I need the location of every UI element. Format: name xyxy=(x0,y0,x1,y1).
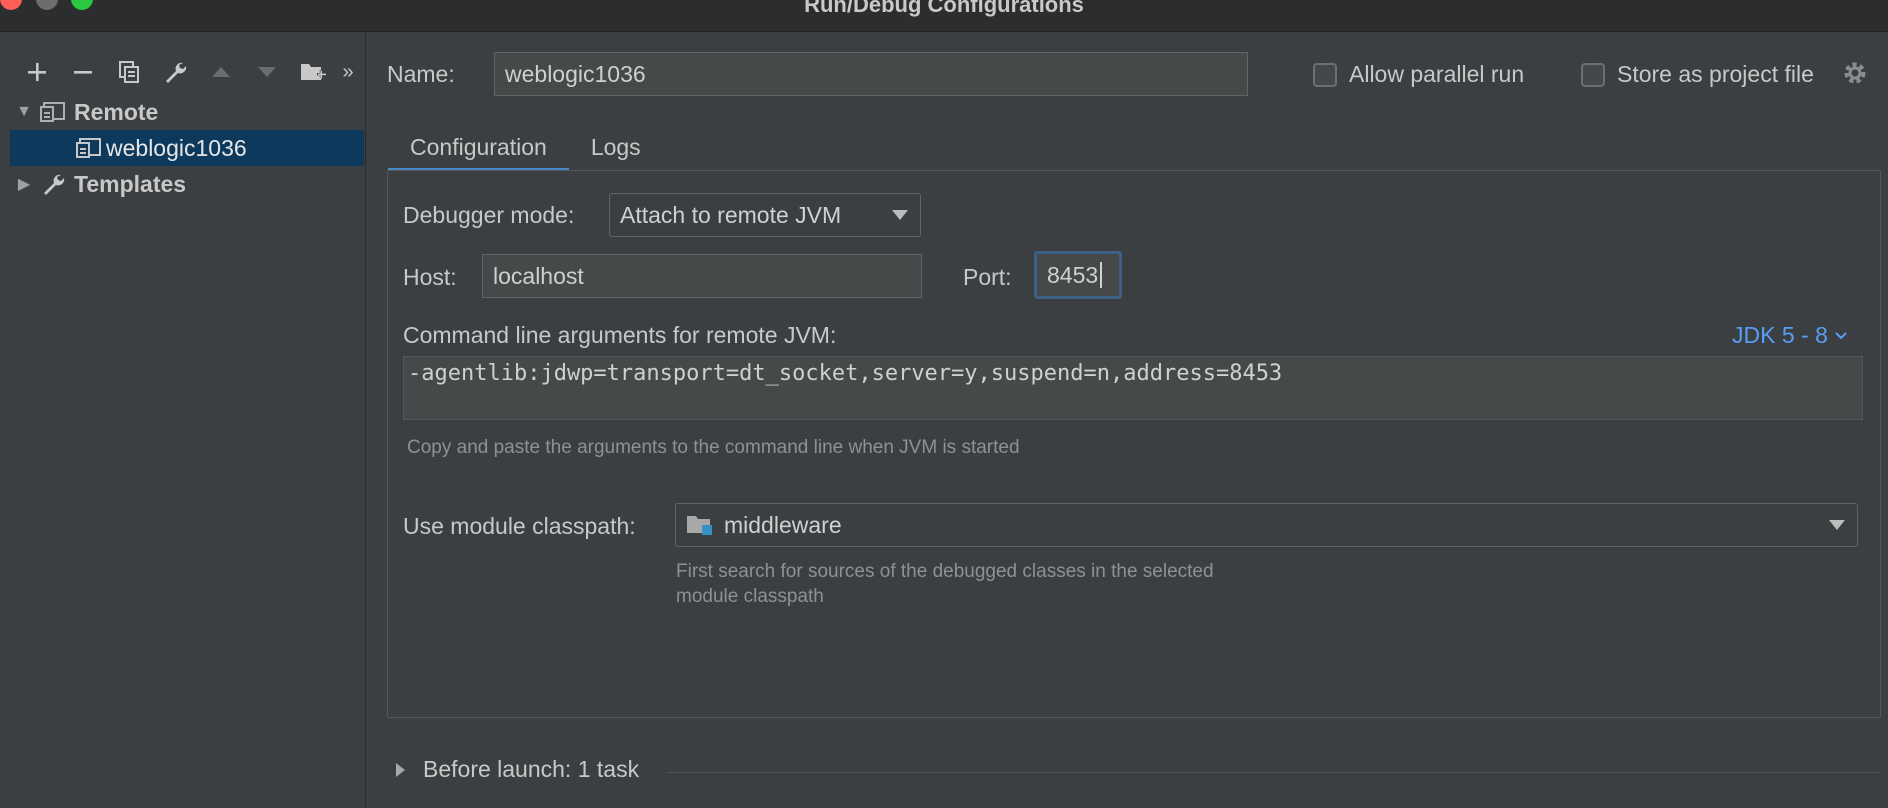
text-caret xyxy=(1100,262,1103,288)
before-launch-divider xyxy=(666,772,1880,773)
module-hint-line1: First search for sources of the debugged… xyxy=(676,561,1214,582)
cmd-args-field[interactable]: -agentlib:jdwp=transport=dt_socket,serve… xyxy=(403,356,1863,420)
copy-configuration-button[interactable] xyxy=(106,52,152,92)
tree-item-label: Remote xyxy=(74,98,159,125)
title-bar: Run/Debug Configurations xyxy=(0,0,1888,32)
window-title: Run/Debug Configurations xyxy=(804,0,1084,17)
minus-icon xyxy=(74,71,92,74)
jdk-version-label: JDK 5 - 8 xyxy=(1732,322,1828,348)
debugger-mode-label: Debugger mode: xyxy=(403,202,575,228)
wrench-icon xyxy=(38,171,68,197)
configuration-tree: ▼ Remote weblogic1036 ▶ Templates xyxy=(10,94,364,202)
cmd-args-label: Command line arguments for remote JVM: xyxy=(403,322,837,348)
name-label: Name: xyxy=(387,61,455,87)
chevron-down-icon xyxy=(1829,520,1845,530)
remove-configuration-button[interactable] xyxy=(60,52,106,92)
expand-arrow-icon[interactable]: ▼ xyxy=(10,103,38,121)
checkbox-label: Store as project file xyxy=(1617,61,1814,87)
module-classpath-label: Use module classpath: xyxy=(403,513,636,539)
before-launch-label: Before launch: 1 task xyxy=(423,756,640,782)
host-label: Host: xyxy=(403,264,457,290)
sidebar-toolbar: » xyxy=(14,52,360,92)
jdk-version-link[interactable]: JDK 5 - 8 xyxy=(1732,322,1848,349)
debugger-mode-select[interactable]: Attach to remote JVM xyxy=(609,193,921,237)
remote-icon xyxy=(38,99,68,125)
copy-icon xyxy=(119,61,139,83)
before-launch-toggle[interactable]: Before launch: 1 task xyxy=(396,756,639,783)
host-input[interactable]: localhost xyxy=(482,254,922,298)
tree-item-templates[interactable]: ▶ Templates xyxy=(10,166,364,202)
gear-icon[interactable] xyxy=(1840,58,1870,88)
tree-item-label: Templates xyxy=(74,170,187,197)
add-configuration-button[interactable] xyxy=(14,52,60,92)
module-classpath-select[interactable]: middleware xyxy=(675,503,1858,547)
allow-parallel-run-checkbox[interactable]: Allow parallel run xyxy=(1313,61,1524,88)
configurations-sidebar: » ▼ Remote weblogic1036 ▶ Templates xyxy=(0,32,366,808)
chevron-down-icon xyxy=(892,210,908,220)
name-input[interactable]: weblogic1036 xyxy=(494,52,1248,96)
new-folder-button[interactable] xyxy=(290,52,336,92)
port-value: 8453 xyxy=(1047,261,1099,288)
config-tabs: Configuration Logs xyxy=(388,122,663,172)
checkbox-box[interactable] xyxy=(1581,62,1605,87)
move-up-button[interactable] xyxy=(198,52,244,92)
remote-config-icon xyxy=(74,135,104,161)
debugger-mode-value: Attach to remote JVM xyxy=(620,201,842,228)
chevron-down-icon xyxy=(1835,331,1847,339)
tab-logs[interactable]: Logs xyxy=(569,122,663,172)
wrench-icon xyxy=(166,62,187,83)
collapse-arrow-icon[interactable]: ▶ xyxy=(10,174,38,194)
arrow-up-icon xyxy=(212,67,230,77)
module-folder-icon xyxy=(687,516,712,535)
cmd-args-hint: Copy and paste the arguments to the comm… xyxy=(407,437,1020,458)
port-input[interactable]: 8453 xyxy=(1034,251,1122,299)
expand-arrow-icon xyxy=(396,762,405,777)
port-label: Port: xyxy=(963,264,1012,290)
plus-icon xyxy=(28,63,46,81)
store-as-project-file-checkbox[interactable]: Store as project file xyxy=(1581,61,1814,88)
module-classpath-value: middleware xyxy=(724,511,842,538)
more-icon[interactable]: » xyxy=(336,52,360,92)
tree-item-weblogic1036[interactable]: weblogic1036 xyxy=(10,130,364,166)
edit-templates-button[interactable] xyxy=(152,52,198,92)
tab-configuration[interactable]: Configuration xyxy=(388,122,569,172)
tree-item-label: weblogic1036 xyxy=(106,134,247,161)
move-down-button[interactable] xyxy=(244,52,290,92)
checkbox-box[interactable] xyxy=(1313,62,1337,87)
arrow-down-icon xyxy=(258,67,276,77)
module-hint-line2: module classpath xyxy=(676,586,824,607)
tree-item-remote[interactable]: ▼ Remote xyxy=(10,94,364,130)
checkbox-label: Allow parallel run xyxy=(1349,61,1525,87)
folder-add-icon xyxy=(301,64,326,80)
